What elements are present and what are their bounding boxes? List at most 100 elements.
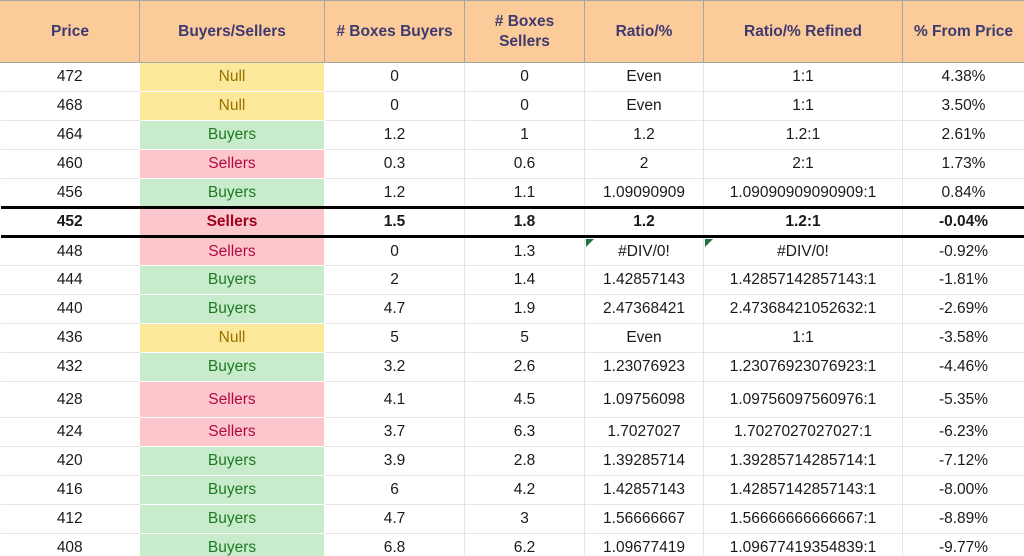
cell-bs[interactable]: Buyers	[139, 178, 325, 208]
table-row[interactable]: 432 Buyers 3.2 2.6 1.23076923 1.2307692307692…	[0, 352, 1024, 382]
cell-price[interactable]: 468	[0, 91, 140, 121]
cell-refined[interactable]: 1.09677419354839:1	[703, 533, 903, 556]
cell-bs[interactable]: Sellers	[139, 417, 325, 447]
table-row[interactable]: 444 Buyers 2 1.4 1.42857143 1.42857142857143:…	[0, 265, 1024, 295]
cell-bb[interactable]: 3.2	[324, 352, 465, 382]
table-row[interactable]: 428 Sellers 4.1 4.5 1.09756098 1.097560975609…	[0, 381, 1024, 418]
cell-ratio[interactable]: Even	[584, 62, 704, 92]
cell-pct[interactable]: -0.04%	[902, 206, 1024, 238]
cell-refined[interactable]: 1.2:1	[703, 120, 903, 150]
cell-ratio[interactable]: 1.09756098	[584, 381, 704, 418]
cell-price[interactable]: 464	[0, 120, 140, 150]
cell-refined[interactable]: 1.09756097560976:1	[703, 381, 903, 418]
cell-price[interactable]: 456	[0, 178, 140, 208]
table-row[interactable]: 440 Buyers 4.7 1.9 2.47368421 2.4736842105263…	[0, 294, 1024, 324]
cell-bb[interactable]: 1.2	[324, 178, 465, 208]
table-row[interactable]: 472 Null 0 0 Even 1:1 4.38%	[0, 62, 1024, 92]
cell-bb[interactable]: 4.7	[324, 504, 465, 534]
cell-bsell[interactable]: 2.8	[464, 446, 585, 476]
table-row[interactable]: 436 Null 5 5 Even 1:1 -3.58%	[0, 323, 1024, 353]
cell-bsell[interactable]: 6.3	[464, 417, 585, 447]
cell-refined[interactable]: 1.09090909090909:1	[703, 178, 903, 208]
cell-ratio[interactable]: Even	[584, 91, 704, 121]
cell-refined[interactable]: 1:1	[703, 91, 903, 121]
cell-bs[interactable]: Buyers	[139, 352, 325, 382]
cell-pct[interactable]: 1.73%	[902, 149, 1024, 179]
cell-bs[interactable]: Null	[139, 91, 325, 121]
cell-bsell[interactable]: 4.2	[464, 475, 585, 505]
column-header-boxes-sellers[interactable]: # Boxes Sellers	[464, 0, 585, 63]
cell-bb[interactable]: 1.2	[324, 120, 465, 150]
cell-price[interactable]: 420	[0, 446, 140, 476]
cell-pct[interactable]: 3.50%	[902, 91, 1024, 121]
table-row[interactable]: 460 Sellers 0.3 0.6 2 2:1 1.73%	[0, 149, 1024, 179]
cell-bs[interactable]: Null	[139, 323, 325, 353]
cell-bb[interactable]: 5	[324, 323, 465, 353]
cell-bb[interactable]: 0.3	[324, 149, 465, 179]
cell-bs[interactable]: Buyers	[139, 120, 325, 150]
cell-refined[interactable]: 1.2:1	[703, 206, 903, 238]
cell-bb[interactable]: 0	[324, 236, 465, 266]
column-header-pct-from-price[interactable]: % From Price	[902, 0, 1024, 63]
cell-price[interactable]: 444	[0, 265, 140, 295]
cell-refined[interactable]: 1.42857142857143:1	[703, 475, 903, 505]
cell-pct[interactable]: -9.77%	[902, 533, 1024, 556]
cell-bb[interactable]: 4.7	[324, 294, 465, 324]
cell-pct[interactable]: -5.35%	[902, 381, 1024, 418]
cell-refined[interactable]: 1.39285714285714:1	[703, 446, 903, 476]
cell-ratio[interactable]: 1.23076923	[584, 352, 704, 382]
cell-pct[interactable]: -1.81%	[902, 265, 1024, 295]
cell-price[interactable]: 416	[0, 475, 140, 505]
cell-bsell[interactable]: 1.8	[464, 206, 585, 238]
table-row[interactable]: 456 Buyers 1.2 1.1 1.09090909 1.0909090909090…	[0, 178, 1024, 208]
cell-pct[interactable]: -6.23%	[902, 417, 1024, 447]
cell-ratio[interactable]: 1.42857143	[584, 265, 704, 295]
cell-pct[interactable]: -8.00%	[902, 475, 1024, 505]
cell-ratio[interactable]: 2.47368421	[584, 294, 704, 324]
cell-bsell[interactable]: 1	[464, 120, 585, 150]
cell-ratio[interactable]: 2	[584, 149, 704, 179]
cell-bsell[interactable]: 4.5	[464, 381, 585, 418]
cell-bsell[interactable]: 2.6	[464, 352, 585, 382]
column-header-ratio[interactable]: Ratio/%	[584, 0, 704, 63]
cell-bs[interactable]: Sellers	[139, 236, 325, 266]
cell-ratio[interactable]: 1.42857143	[584, 475, 704, 505]
cell-bsell[interactable]: 0.6	[464, 149, 585, 179]
cell-bs[interactable]: Buyers	[139, 446, 325, 476]
cell-bsell[interactable]: 1.4	[464, 265, 585, 295]
table-row[interactable]: 424 Sellers 3.7 6.3 1.7027027 1.7027027027027…	[0, 417, 1024, 447]
cell-bs[interactable]: Buyers	[139, 294, 325, 324]
cell-bb[interactable]: 3.9	[324, 446, 465, 476]
cell-refined[interactable]: 1.42857142857143:1	[703, 265, 903, 295]
cell-bsell[interactable]: 1.9	[464, 294, 585, 324]
cell-refined[interactable]: 1:1	[703, 62, 903, 92]
table-row[interactable]: 420 Buyers 3.9 2.8 1.39285714 1.3928571428571…	[0, 446, 1024, 476]
column-header-boxes-buyers[interactable]: # Boxes Buyers	[324, 0, 465, 63]
cell-refined[interactable]: 2:1	[703, 149, 903, 179]
cell-bsell[interactable]: 6.2	[464, 533, 585, 556]
cell-ratio[interactable]: 1.09090909	[584, 178, 704, 208]
cell-bb[interactable]: 4.1	[324, 381, 465, 418]
cell-bs[interactable]: Sellers	[139, 206, 325, 238]
cell-price[interactable]: 424	[0, 417, 140, 447]
cell-bs[interactable]: Sellers	[139, 381, 325, 418]
cell-ratio[interactable]: 1.09677419	[584, 533, 704, 556]
cell-price[interactable]: 452	[0, 206, 140, 238]
table-row[interactable]: 412 Buyers 4.7 3 1.56666667 1.56666666666667:…	[0, 504, 1024, 534]
cell-refined[interactable]: 1:1	[703, 323, 903, 353]
cell-ratio[interactable]: 1.7027027	[584, 417, 704, 447]
table-row[interactable]: 468 Null 0 0 Even 1:1 3.50%	[0, 91, 1024, 121]
cell-bsell[interactable]: 5	[464, 323, 585, 353]
table-row[interactable]: 416 Buyers 6 4.2 1.42857143 1.42857142857143:…	[0, 475, 1024, 505]
cell-price[interactable]: 460	[0, 149, 140, 179]
cell-refined[interactable]: #DIV/0!	[703, 236, 903, 266]
cell-bs[interactable]: Sellers	[139, 149, 325, 179]
cell-bs[interactable]: Buyers	[139, 265, 325, 295]
cell-bb[interactable]: 6.8	[324, 533, 465, 556]
cell-bsell[interactable]: 0	[464, 91, 585, 121]
cell-pct[interactable]: -8.89%	[902, 504, 1024, 534]
cell-bs[interactable]: Buyers	[139, 504, 325, 534]
cell-bsell[interactable]: 0	[464, 62, 585, 92]
cell-bsell[interactable]: 1.1	[464, 178, 585, 208]
cell-price[interactable]: 408	[0, 533, 140, 556]
